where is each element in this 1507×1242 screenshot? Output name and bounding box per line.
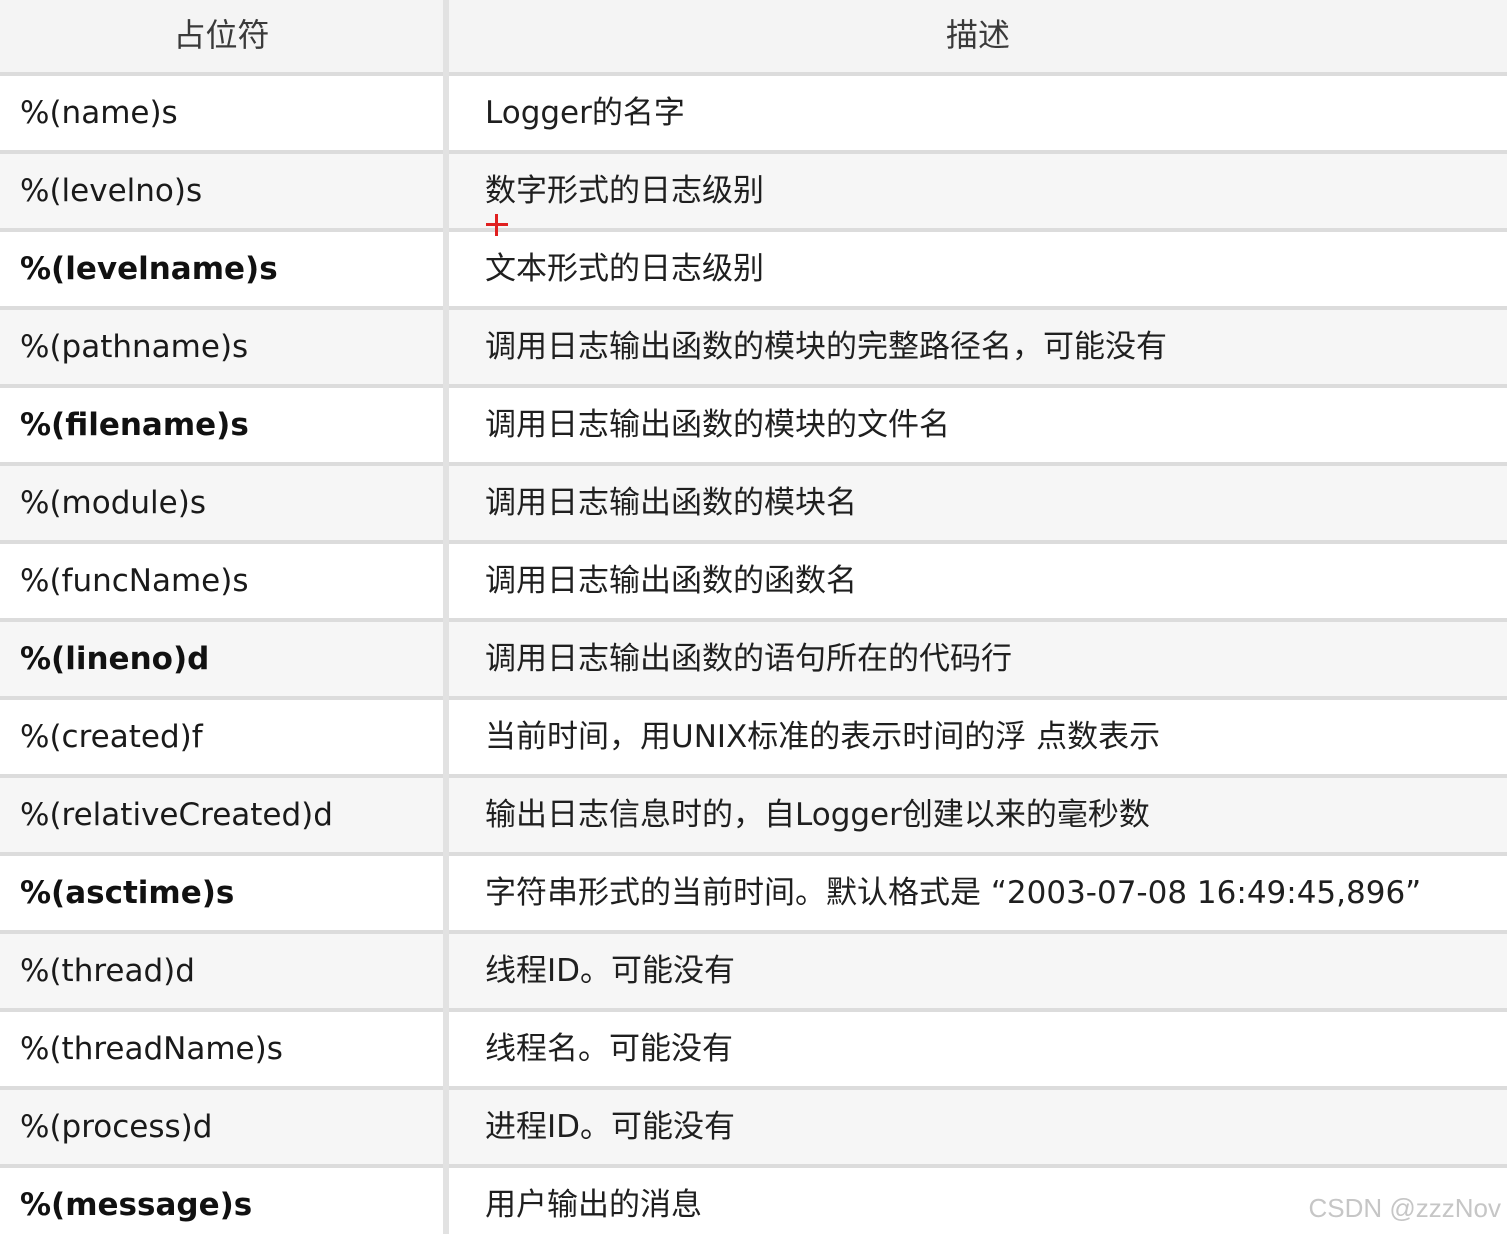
table-row: %(name)s Logger的名字 (0, 76, 1507, 150)
table-row: %(process)d 进程ID。可能没有 (0, 1090, 1507, 1164)
table-row: %(levelno)s 数字形式的日志级别 (0, 154, 1507, 228)
row-divider (0, 930, 1507, 934)
plus-cursor-icon (485, 213, 509, 237)
row-divider (0, 1086, 1507, 1090)
table-row: %(lineno)d 调用日志输出函数的语句所在的代码行 (0, 622, 1507, 696)
placeholder-cell: %(pathname)s (20, 329, 249, 365)
placeholder-cell: %(created)f (20, 719, 203, 755)
description-cell: 当前时间，用UNIX标准的表示时间的浮 点数表示 (485, 719, 1161, 755)
description-cell: 调用日志输出函数的语句所在的代码行 (485, 641, 1012, 677)
description-cell: 线程ID。可能没有 (485, 953, 736, 989)
table-row: %(asctime)s 字符串形式的当前时间。默认格式是 “2003-07-08… (0, 856, 1507, 930)
table-row: %(levelname)s 文本形式的日志级别 (0, 232, 1507, 306)
row-divider (0, 384, 1507, 388)
table-row: %(pathname)s 调用日志输出函数的模块的完整路径名，可能没有 (0, 310, 1507, 384)
row-divider (0, 774, 1507, 778)
row-divider (0, 306, 1507, 310)
placeholder-cell: %(levelname)s (20, 251, 278, 287)
row-divider (0, 150, 1507, 154)
table-row: %(funcName)s 调用日志输出函数的函数名 (0, 544, 1507, 618)
header-placeholder: 占位符 (173, 16, 270, 54)
description-cell: 线程名。可能没有 (485, 1031, 733, 1067)
placeholder-cell: %(filename)s (20, 407, 249, 443)
placeholder-cell: %(thread)d (20, 953, 195, 989)
table-header: 占位符 描述 (0, 0, 1507, 72)
description-cell: 调用日志输出函数的模块的文件名 (485, 407, 950, 443)
placeholder-cell: %(funcName)s (20, 563, 249, 599)
description-cell: 输出日志信息时的，自Logger创建以来的毫秒数 (485, 797, 1150, 833)
placeholder-cell: %(module)s (20, 485, 206, 521)
description-cell: 文本形式的日志级别 (485, 251, 764, 287)
placeholder-cell: %(name)s (20, 95, 178, 131)
table-row: %(thread)d 线程ID。可能没有 (0, 934, 1507, 1008)
row-divider (0, 228, 1507, 232)
description-cell: Logger的名字 (485, 95, 685, 131)
placeholder-cell: %(threadName)s (20, 1031, 283, 1067)
placeholder-cell: %(levelno)s (20, 173, 203, 209)
watermark: CSDN @zzzNov (1308, 1193, 1501, 1223)
row-divider (0, 696, 1507, 700)
table-row: %(created)f 当前时间，用UNIX标准的表示时间的浮 点数表示 (0, 700, 1507, 774)
table-row: %(threadName)s 线程名。可能没有 (0, 1012, 1507, 1086)
description-cell: 用户输出的消息 (485, 1187, 702, 1223)
placeholder-cell: %(relativeCreated)d (20, 797, 333, 833)
logging-format-table: 占位符 描述 %(name)s Logger的名字 %(levelno)s 数字… (0, 0, 1507, 1242)
description-cell: 进程ID。可能没有 (485, 1109, 736, 1145)
table-row: %(module)s 调用日志输出函数的模块名 (0, 466, 1507, 540)
table-row: %(filename)s 调用日志输出函数的模块的文件名 (0, 388, 1507, 462)
description-cell: 调用日志输出函数的模块的完整路径名，可能没有 (485, 329, 1167, 365)
description-cell: 调用日志输出函数的函数名 (485, 563, 857, 599)
header-description: 描述 (945, 16, 1010, 54)
description-cell: 数字形式的日志级别 (485, 173, 764, 209)
description-cell: 字符串形式的当前时间。默认格式是 “2003-07-08 16:49:45,89… (485, 875, 1422, 911)
description-cell: 调用日志输出函数的模块名 (485, 485, 857, 521)
table-row: %(message)s 用户输出的消息 (0, 1168, 1507, 1242)
row-divider (0, 852, 1507, 856)
placeholder-cell: %(message)s (20, 1187, 253, 1223)
row-divider (0, 618, 1507, 622)
row-divider (0, 462, 1507, 466)
row-divider (0, 1164, 1507, 1168)
row-divider (0, 540, 1507, 544)
placeholder-cell: %(asctime)s (20, 875, 235, 911)
table-row: %(relativeCreated)d 输出日志信息时的，自Logger创建以来… (0, 778, 1507, 852)
column-divider (443, 0, 449, 1234)
placeholder-cell: %(process)d (20, 1109, 213, 1145)
placeholder-cell: %(lineno)d (20, 641, 210, 677)
row-divider (0, 72, 1507, 76)
row-divider (0, 1008, 1507, 1012)
